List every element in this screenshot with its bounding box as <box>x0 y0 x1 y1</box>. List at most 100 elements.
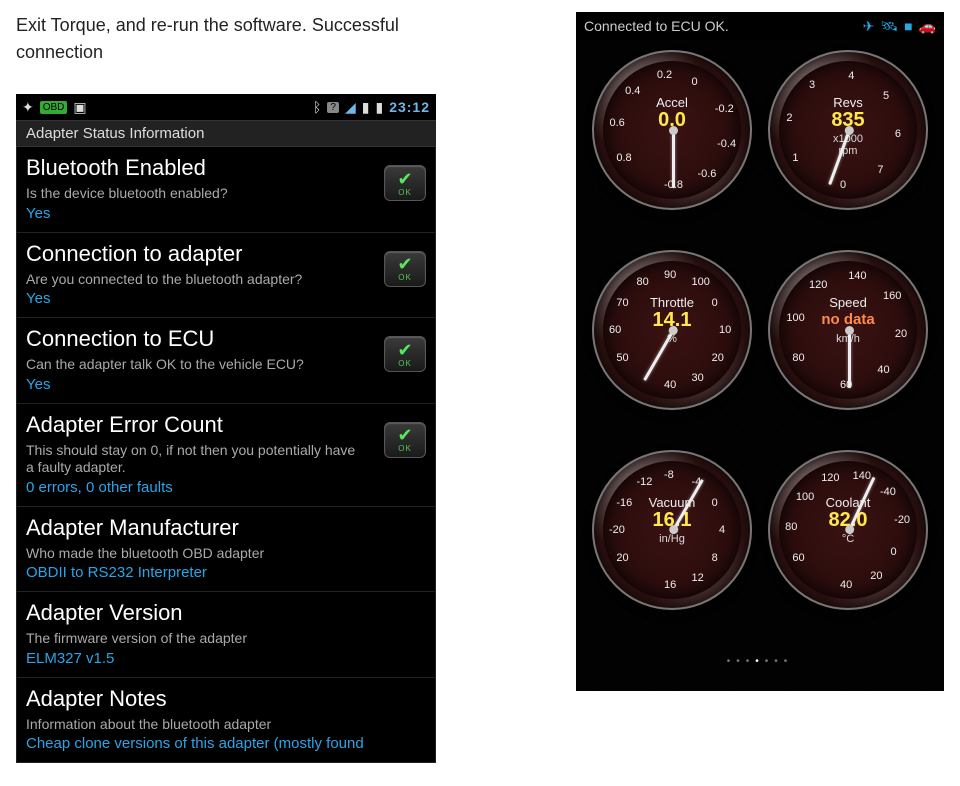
gps-icon[interactable]: ✈ <box>863 18 875 35</box>
satellite-icon[interactable]: 🛰 <box>880 18 898 35</box>
obd-icon: OBD <box>40 101 68 114</box>
gauge-tick: 10 <box>719 324 731 336</box>
status-item[interactable]: Connection to ECU Can the adapter talk O… <box>16 318 436 404</box>
status-title: Adapter Version <box>26 600 426 626</box>
gauge-tick: 4 <box>719 524 725 536</box>
gauge-tick: 6 <box>895 128 901 140</box>
status-title: Adapter Notes <box>26 686 426 712</box>
gauge-tick: -8 <box>664 469 674 481</box>
gauge-tick: 5 <box>883 90 889 102</box>
gauge-tick: 80 <box>785 521 797 533</box>
gauge-tick: 16 <box>664 579 676 591</box>
gauge-revs[interactable]: Revs835x1000rpm12345670 <box>768 50 928 210</box>
gauge-tick: 2 <box>786 112 792 124</box>
gauge-tick: 7 <box>877 164 883 176</box>
phone-left: ✦ OBD ▣ ᛒ ? ◢ ▮ ▮ 23:12 Adapter Status I… <box>16 94 436 763</box>
gauge-speed[interactable]: Speedno datakm/h80100120140160204060 <box>768 250 928 410</box>
check-icon: ✔ <box>397 426 412 444</box>
gauge-tick: 60 <box>792 552 804 564</box>
gauge-needle <box>672 130 675 188</box>
status-item[interactable]: Adapter Error Count This should stay on … <box>16 404 436 507</box>
status-title: Adapter Error Count <box>26 412 426 438</box>
gauge-tick: 0.6 <box>609 117 624 129</box>
gauge-tick: 3 <box>809 79 815 91</box>
car-icon[interactable]: 🚗 <box>919 18 936 35</box>
gauge-tick: 0 <box>712 297 718 309</box>
ok-badge: ✔ OK <box>384 165 426 201</box>
status-desc: Can the adapter talk OK to the vehicle E… <box>26 356 356 374</box>
status-title: Adapter Manufacturer <box>26 515 426 541</box>
gauge-tick: 60 <box>609 324 621 336</box>
status-list[interactable]: Bluetooth Enabled Is the device bluetoot… <box>16 147 436 763</box>
camera-icon[interactable]: ■ <box>904 18 912 35</box>
status-value: Yes <box>26 205 426 222</box>
status-value: Cheap clone versions of this adapter (mo… <box>26 735 426 752</box>
gauge-tick: 100 <box>692 276 710 288</box>
gauge-unit: °C <box>779 533 917 545</box>
check-icon: ✔ <box>397 170 412 188</box>
gauge-tick: -20 <box>609 524 625 536</box>
gauge-tick: 70 <box>616 297 628 309</box>
section-header: Adapter Status Information <box>16 120 436 147</box>
ok-text: OK <box>398 359 412 368</box>
gauge-tick: 50 <box>616 352 628 364</box>
status-desc: The firmware version of the adapter <box>26 630 356 648</box>
gauge-statusbar: Connected to ECU OK. ✈ 🛰 ■ 🚗 <box>576 12 944 40</box>
ok-badge: ✔ OK <box>384 422 426 458</box>
gauge-tick: -0.6 <box>697 168 716 180</box>
caption: Exit Torque, and re-run the software. Su… <box>16 12 436 66</box>
gauge-tick: 100 <box>786 312 804 324</box>
status-item[interactable]: Connection to adapter Are you connected … <box>16 233 436 319</box>
status-item[interactable]: Bluetooth Enabled Is the device bluetoot… <box>16 147 436 233</box>
gauge-tick: 20 <box>895 328 907 340</box>
gauge-dashboard[interactable]: Accel0.00.80.60.40.20-0.2-0.4-0.6-0.8Rev… <box>576 40 944 691</box>
ok-text: OK <box>398 444 412 453</box>
status-title: Connection to ECU <box>26 326 426 352</box>
ok-badge: ✔ OK <box>384 251 426 287</box>
android-statusbar: ✦ OBD ▣ ᛒ ? ◢ ▮ ▮ 23:12 <box>16 94 436 120</box>
status-value: ELM327 v1.5 <box>26 650 426 667</box>
gauge-vacuum[interactable]: Vacuum16.1in/Hg20-20-16-12-8-40481216 <box>592 450 752 610</box>
gauge-tick: 100 <box>796 491 814 503</box>
gauge-tick: 30 <box>692 372 704 384</box>
gauge-accel[interactable]: Accel0.00.80.60.40.20-0.2-0.4-0.6-0.8 <box>592 50 752 210</box>
status-title: Connection to adapter <box>26 241 426 267</box>
gauge-tick: -0.4 <box>717 138 736 150</box>
ecu-status-text: Connected to ECU OK. <box>584 18 729 34</box>
ok-badge: ✔ OK <box>384 336 426 372</box>
gauge-face: Revs835x1000rpm12345670 <box>779 61 917 199</box>
check-icon: ✔ <box>397 341 412 359</box>
status-desc: Who made the bluetooth OBD adapter <box>26 545 356 563</box>
status-item[interactable]: Adapter Notes Information about the blue… <box>16 678 436 764</box>
gauge-tick: -12 <box>637 476 653 488</box>
gauge-face: Accel0.00.80.60.40.20-0.2-0.4-0.6-0.8 <box>603 61 741 199</box>
gauge-throttle[interactable]: Throttle14.1%5060708090100010203040 <box>592 250 752 410</box>
status-value: Yes <box>26 290 426 307</box>
status-desc: Is the device bluetooth enabled? <box>26 185 356 203</box>
gauge-tick: -16 <box>616 497 632 509</box>
wifi-icon: ◢ <box>345 99 356 116</box>
status-value: 0 errors, 0 other faults <box>26 479 426 496</box>
nav-icon: ✦ <box>22 99 34 116</box>
gauge-tick: 40 <box>877 364 889 376</box>
gauge-tick: 80 <box>637 276 649 288</box>
gauge-face: Vacuum16.1in/Hg20-20-16-12-8-40481216 <box>603 461 741 599</box>
gauge-tick: 0 <box>840 179 846 191</box>
status-desc: Are you connected to the bluetooth adapt… <box>26 271 356 289</box>
gauge-tick: 0.2 <box>657 69 672 81</box>
gauge-tick: 20 <box>870 570 882 582</box>
check-icon: ✔ <box>397 255 412 273</box>
caption-line1: Exit Torque, and re-run the software. Su… <box>16 15 399 35</box>
gauge-tick: 40 <box>664 379 676 391</box>
phone-right: Connected to ECU OK. ✈ 🛰 ■ 🚗 Accel0.00.8… <box>576 12 944 691</box>
gauge-label: Revs <box>779 95 917 110</box>
gauge-face: Speedno datakm/h80100120140160204060 <box>779 261 917 399</box>
status-desc: This should stay on 0, if not then you p… <box>26 442 356 477</box>
status-item[interactable]: Adapter Version The firmware version of … <box>16 592 436 678</box>
gauge-tick: -0.2 <box>715 103 734 115</box>
gauge-tick: 20 <box>616 552 628 564</box>
gauge-face: Throttle14.1%5060708090100010203040 <box>603 261 741 399</box>
page-indicator: ••••••• <box>584 650 936 667</box>
status-item[interactable]: Adapter Manufacturer Who made the blueto… <box>16 507 436 593</box>
gauge-coolant[interactable]: Coolant82.0°C6080100120140-40-2002040 <box>768 450 928 610</box>
